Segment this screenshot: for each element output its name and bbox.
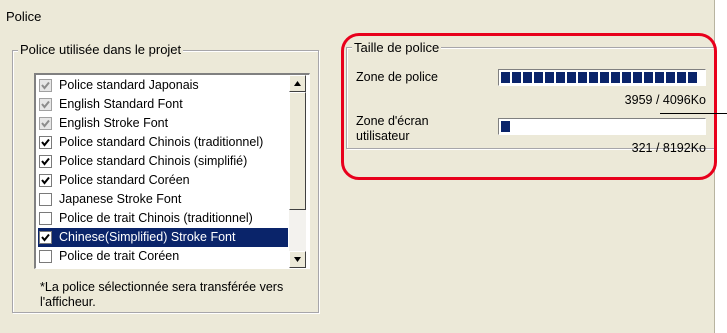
font-list-item-label: English Stroke Font — [59, 116, 169, 130]
font-list-item-label: Police standard Japonais — [59, 78, 199, 92]
font-list-item-label: Police standard Coréen — [59, 173, 190, 187]
font-list-item[interactable]: Police standard Coréen — [38, 171, 288, 190]
font-list-item[interactable]: Police standard Japonais — [38, 76, 288, 95]
font-list-item[interactable]: Police de trait Chinois (traditionnel) — [38, 209, 288, 228]
triangle-down-icon — [294, 257, 301, 262]
check-mark-icon — [41, 119, 50, 128]
font-checkbox — [39, 117, 52, 130]
triangle-up-icon — [294, 81, 301, 86]
font-list-item[interactable]: Police standard Chinois (simplifié) — [38, 152, 288, 171]
font-checkbox[interactable] — [39, 174, 52, 187]
font-list-group-legend: Police utilisée dans le projet — [18, 42, 184, 57]
font-list-item-label: English Standard Font — [59, 97, 183, 111]
font-list-item-label: Police de trait Coréen — [59, 249, 180, 263]
check-mark-icon — [41, 157, 50, 166]
font-list-item-label: Police standard Chinois (simplifié) — [59, 154, 248, 168]
font-list-item[interactable]: English Stroke Font — [38, 114, 288, 133]
font-list-item-label: Japanese Stroke Font — [59, 192, 182, 206]
font-checkbox — [39, 98, 52, 111]
scroll-thumb[interactable] — [289, 92, 306, 210]
font-checkbox[interactable] — [39, 155, 52, 168]
font-checkbox — [39, 79, 52, 92]
font-checkbox[interactable] — [39, 212, 52, 225]
font-list-item[interactable]: Police standard Chinois (traditionnel) — [38, 133, 288, 152]
panel-title: Police — [6, 9, 42, 24]
scroll-up-button[interactable] — [289, 75, 306, 92]
font-checkbox[interactable] — [39, 250, 52, 263]
scroll-down-button[interactable] — [289, 251, 306, 268]
transfer-note: *La police sélectionnée sera transférée … — [40, 280, 284, 309]
check-mark-icon — [41, 176, 50, 185]
font-list-item-label: Police de trait Chinois (traditionnel) — [59, 211, 253, 225]
font-list-item[interactable]: Chinese(Simplified) Stroke Font — [38, 228, 288, 247]
font-checkbox[interactable] — [39, 193, 52, 206]
font-list-item[interactable]: Police de trait Coréen — [38, 247, 288, 266]
font-list-item-label: Police standard Chinois (traditionnel) — [59, 135, 264, 149]
font-list-scrollbar[interactable] — [289, 75, 306, 268]
check-mark-icon — [41, 233, 50, 242]
font-checkbox[interactable] — [39, 231, 52, 244]
font-list-item[interactable]: Japanese Stroke Font — [38, 190, 288, 209]
callout-line — [660, 113, 727, 114]
font-list-item-label: Chinese(Simplified) Stroke Font — [59, 230, 236, 244]
check-mark-icon — [41, 100, 50, 109]
font-list-item[interactable]: English Standard Font — [38, 95, 288, 114]
check-mark-icon — [41, 81, 50, 90]
font-listbox[interactable]: Police standard Japonais English Standard… — [34, 73, 310, 269]
check-mark-icon — [41, 138, 50, 147]
font-checkbox[interactable] — [39, 136, 52, 149]
red-highlight-outline — [341, 33, 717, 180]
